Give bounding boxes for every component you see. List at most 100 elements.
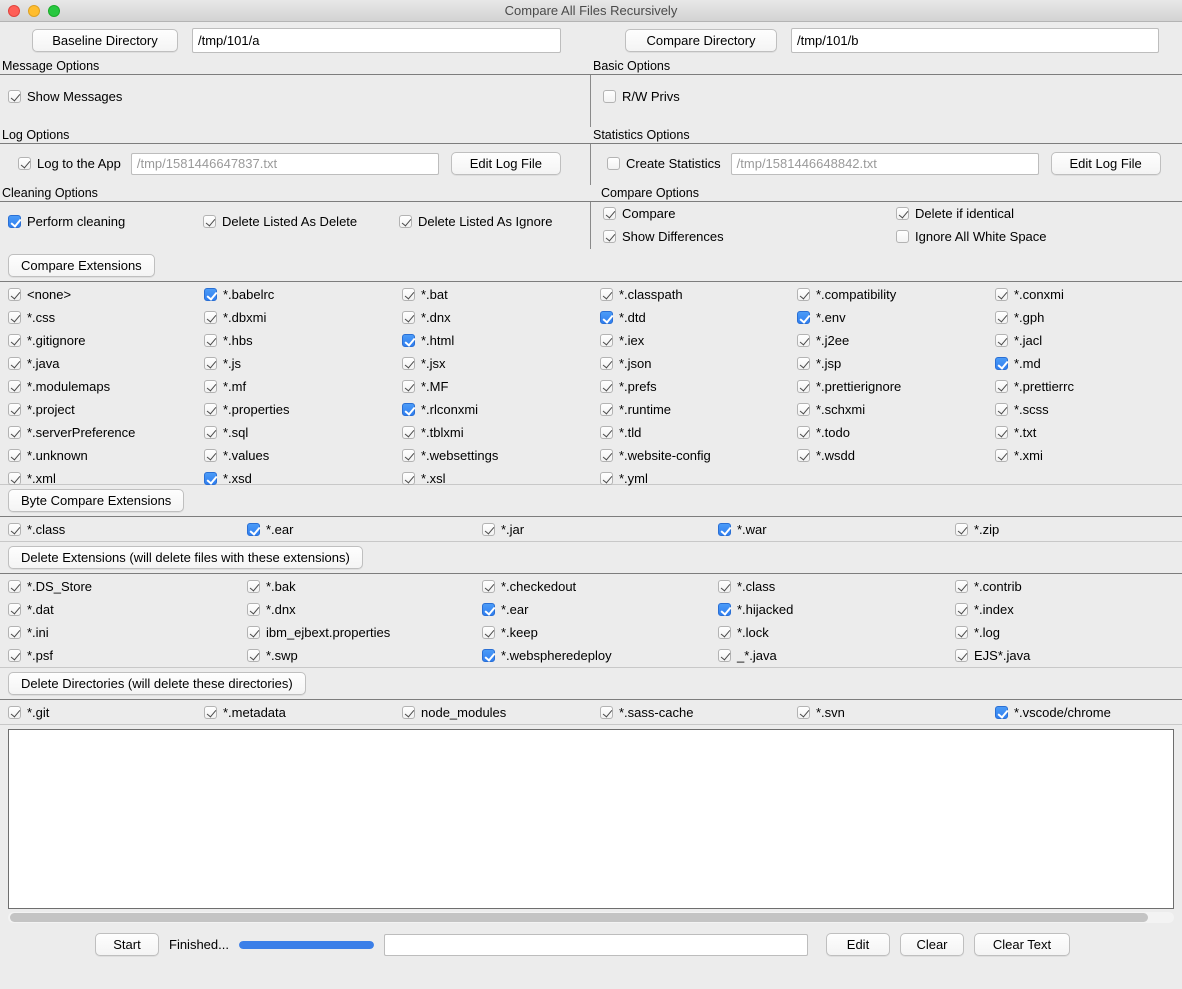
- rw-privs-checkbox[interactable]: R/W Privs: [603, 89, 680, 104]
- compare-option-delete-if-identical[interactable]: Delete if identical: [896, 206, 1014, 221]
- cleaning-option-delete-listed-as-ignore[interactable]: Delete Listed As Ignore: [399, 214, 552, 229]
- delete-directory-svn[interactable]: *.svn: [797, 705, 845, 720]
- delete-directory-git[interactable]: *.git: [8, 705, 49, 720]
- byte-compare-extension-jar[interactable]: *.jar: [482, 522, 524, 537]
- delete-extension-log[interactable]: *.log: [955, 625, 1000, 640]
- compare-option-compare[interactable]: Compare: [603, 206, 675, 221]
- delete-directory-sass-cache[interactable]: *.sass-cache: [600, 705, 693, 720]
- compare-extension-xml[interactable]: *.xml: [8, 471, 56, 486]
- baseline-directory-input[interactable]: /tmp/101/a: [192, 27, 561, 53]
- compare-extension-env[interactable]: *.env: [797, 310, 846, 325]
- command-input[interactable]: [383, 933, 808, 956]
- compare-extension-md[interactable]: *.md: [995, 356, 1041, 371]
- compare-extension-jacl[interactable]: *.jacl: [995, 333, 1042, 348]
- compare-extension-mf[interactable]: *.MF: [402, 379, 448, 394]
- compare-extension-todo[interactable]: *.todo: [797, 425, 850, 440]
- scrollbar-thumb[interactable]: [10, 913, 1148, 922]
- compare-extension-tblxmi[interactable]: *.tblxmi: [402, 425, 464, 440]
- compare-extension-modulemaps[interactable]: *.modulemaps: [8, 379, 110, 394]
- compare-directory-input[interactable]: /tmp/101/b: [791, 27, 1159, 53]
- compare-extension-prefs[interactable]: *.prefs: [600, 379, 657, 394]
- maximize-light-icon[interactable]: [48, 4, 60, 17]
- close-light-icon[interactable]: [8, 4, 20, 17]
- compare-extension-classpath[interactable]: *.classpath: [600, 287, 683, 302]
- compare-extension-j2ee[interactable]: *.j2ee: [797, 333, 849, 348]
- compare-directory-button[interactable]: Compare Directory: [625, 28, 777, 52]
- delete-extension-ejs-java[interactable]: EJS*.java: [955, 648, 1030, 663]
- edit-log-file-button[interactable]: Edit Log File: [450, 152, 561, 175]
- compare-extension-websettings[interactable]: *.websettings: [402, 448, 498, 463]
- delete-extension-java[interactable]: _*.java: [718, 648, 777, 663]
- delete-directory-vscode-chrome[interactable]: *.vscode/chrome: [995, 705, 1111, 720]
- compare-extension-none[interactable]: <none>: [8, 287, 71, 302]
- start-button[interactable]: Start: [95, 933, 159, 956]
- delete-extension-swp[interactable]: *.swp: [247, 648, 298, 663]
- compare-extensions-button[interactable]: Compare Extensions: [8, 254, 155, 277]
- delete-extension-contrib[interactable]: *.contrib: [955, 579, 1022, 594]
- delete-extension-index[interactable]: *.index: [955, 602, 1014, 617]
- baseline-directory-button[interactable]: Baseline Directory: [32, 28, 178, 52]
- byte-compare-extension-ear[interactable]: *.ear: [247, 522, 293, 537]
- delete-directory-node-modules[interactable]: node_modules: [402, 705, 506, 720]
- compare-extension-jsp[interactable]: *.jsp: [797, 356, 841, 371]
- compare-extension-iex[interactable]: *.iex: [600, 333, 644, 348]
- byte-compare-extension-class[interactable]: *.class: [8, 522, 65, 537]
- compare-extension-hbs[interactable]: *.hbs: [204, 333, 253, 348]
- compare-extension-serverpreference[interactable]: *.serverPreference: [8, 425, 135, 440]
- compare-extension-xmi[interactable]: *.xmi: [995, 448, 1043, 463]
- compare-extension-java[interactable]: *.java: [8, 356, 60, 371]
- delete-extension-class[interactable]: *.class: [718, 579, 775, 594]
- compare-extension-jsx[interactable]: *.jsx: [402, 356, 446, 371]
- compare-extension-css[interactable]: *.css: [8, 310, 55, 325]
- compare-option-ignore-all-white-space[interactable]: Ignore All White Space: [896, 229, 1047, 244]
- compare-extension-bat[interactable]: *.bat: [402, 287, 448, 302]
- compare-extension-unknown[interactable]: *.unknown: [8, 448, 88, 463]
- compare-extension-txt[interactable]: *.txt: [995, 425, 1036, 440]
- output-textarea[interactable]: [8, 729, 1174, 909]
- compare-extension-dbxmi[interactable]: *.dbxmi: [204, 310, 266, 325]
- compare-extension-schxmi[interactable]: *.schxmi: [797, 402, 865, 417]
- show-messages-checkbox[interactable]: Show Messages: [8, 89, 122, 104]
- compare-extension-gph[interactable]: *.gph: [995, 310, 1044, 325]
- edit-statistics-file-button[interactable]: Edit Log File: [1050, 152, 1161, 175]
- compare-extension-scss[interactable]: *.scss: [995, 402, 1049, 417]
- delete-extension-ini[interactable]: *.ini: [8, 625, 49, 640]
- compare-extension-properties[interactable]: *.properties: [204, 402, 289, 417]
- compare-extension-json[interactable]: *.json: [600, 356, 652, 371]
- compare-extension-dnx[interactable]: *.dnx: [402, 310, 451, 325]
- compare-extension-runtime[interactable]: *.runtime: [600, 402, 671, 417]
- delete-extension-dnx[interactable]: *.dnx: [247, 602, 296, 617]
- compare-extension-xsl[interactable]: *.xsl: [402, 471, 446, 486]
- delete-extension-bak[interactable]: *.bak: [247, 579, 296, 594]
- compare-option-show-differences[interactable]: Show Differences: [603, 229, 724, 244]
- delete-extension-dat[interactable]: *.dat: [8, 602, 54, 617]
- compare-extension-tld[interactable]: *.tld: [600, 425, 641, 440]
- delete-directories-button[interactable]: Delete Directories (will delete these di…: [8, 672, 306, 695]
- delete-extensions-button[interactable]: Delete Extensions (will delete files wit…: [8, 546, 363, 569]
- compare-extension-website-config[interactable]: *.website-config: [600, 448, 711, 463]
- compare-extension-conxmi[interactable]: *.conxmi: [995, 287, 1064, 302]
- compare-extension-prettierrc[interactable]: *.prettierrc: [995, 379, 1074, 394]
- compare-extension-values[interactable]: *.values: [204, 448, 269, 463]
- compare-extension-babelrc[interactable]: *.babelrc: [204, 287, 274, 302]
- compare-extension-mf[interactable]: *.mf: [204, 379, 246, 394]
- compare-extension-compatibility[interactable]: *.compatibility: [797, 287, 896, 302]
- delete-directory-metadata[interactable]: *.metadata: [204, 705, 286, 720]
- compare-extension-gitignore[interactable]: *.gitignore: [8, 333, 86, 348]
- output-horizontal-scrollbar[interactable]: [8, 912, 1174, 923]
- compare-extension-project[interactable]: *.project: [8, 402, 75, 417]
- minimize-light-icon[interactable]: [28, 4, 40, 17]
- compare-extension-rlconxmi[interactable]: *.rlconxmi: [402, 402, 478, 417]
- delete-extension-hijacked[interactable]: *.hijacked: [718, 602, 793, 617]
- compare-extension-js[interactable]: *.js: [204, 356, 241, 371]
- delete-extension-ibm-ejbext-properties[interactable]: ibm_ejbext.properties: [247, 625, 390, 640]
- compare-extension-sql[interactable]: *.sql: [204, 425, 248, 440]
- delete-extension-psf[interactable]: *.psf: [8, 648, 53, 663]
- compare-extension-wsdd[interactable]: *.wsdd: [797, 448, 855, 463]
- compare-extension-xsd[interactable]: *.xsd: [204, 471, 252, 486]
- delete-extension-keep[interactable]: *.keep: [482, 625, 538, 640]
- compare-extension-prettierignore[interactable]: *.prettierignore: [797, 379, 901, 394]
- byte-compare-extension-war[interactable]: *.war: [718, 522, 767, 537]
- edit-button[interactable]: Edit: [825, 933, 890, 956]
- cleaning-option-perform-cleaning[interactable]: Perform cleaning: [8, 214, 125, 229]
